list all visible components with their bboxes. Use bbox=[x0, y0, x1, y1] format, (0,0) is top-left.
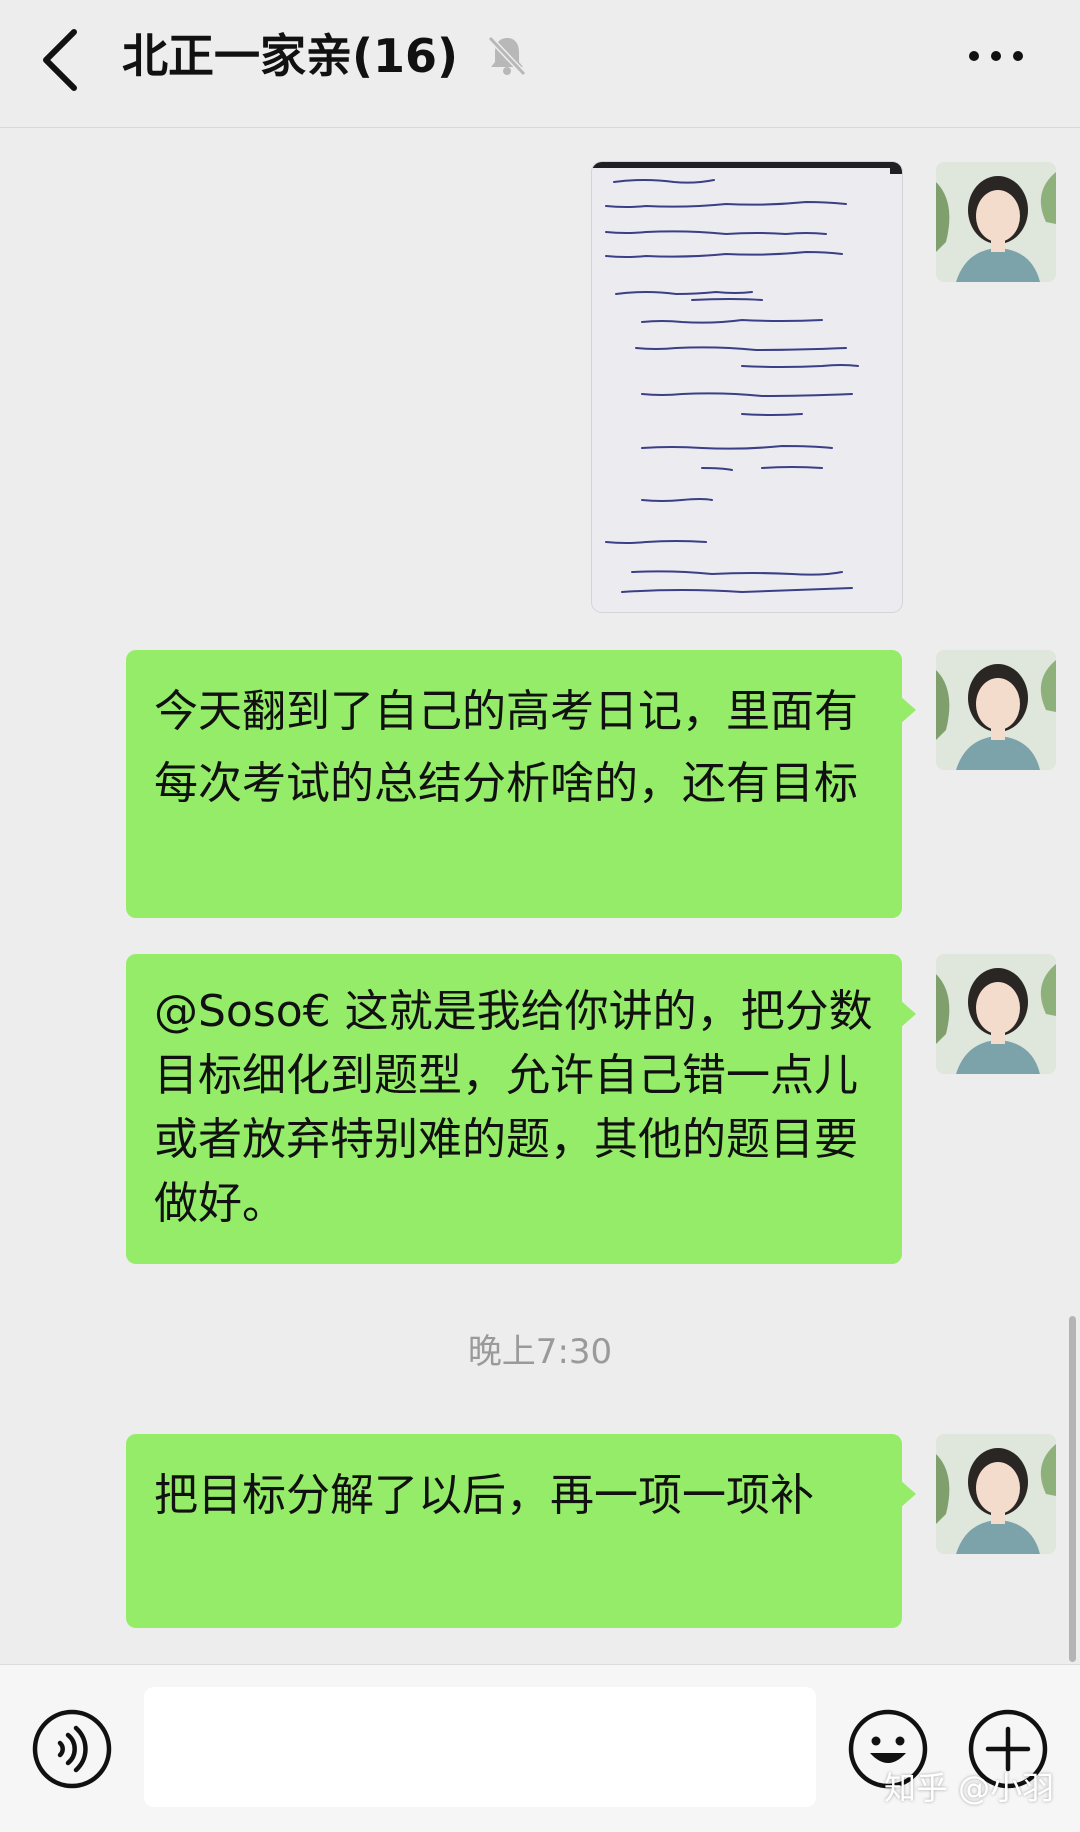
avatar[interactable] bbox=[936, 1434, 1056, 1554]
voice-icon bbox=[32, 1709, 112, 1789]
chevron-left-icon bbox=[43, 29, 77, 91]
diary-photo[interactable] bbox=[592, 162, 902, 612]
more-dots-icon bbox=[969, 51, 1023, 61]
chat-header: 北正一家亲(16) bbox=[0, 0, 1080, 128]
avatar[interactable] bbox=[936, 162, 1056, 282]
scrollbar[interactable] bbox=[1069, 1316, 1076, 1662]
message-input[interactable] bbox=[144, 1687, 816, 1807]
chat-title: 北正一家亲(16) bbox=[122, 29, 459, 83]
back-button[interactable] bbox=[30, 20, 110, 100]
message-bubble[interactable]: 今天翻到了自己的高考日记，里面有每次考试的总结分析啥的，还有目标 bbox=[126, 650, 916, 918]
bell-muted-icon bbox=[484, 32, 530, 78]
handwritten-diary-photo bbox=[592, 162, 902, 612]
voice-button[interactable] bbox=[30, 1707, 114, 1791]
watermark: 知乎 @小羽 bbox=[884, 1769, 1055, 1807]
chat-screen: 北正一家亲(16) 今天翻到了自己的高考日记，里面有每次考试的总结分析啥的，还有… bbox=[0, 0, 1080, 1832]
message-bubble[interactable]: 把目标分解了以后，再一项一项补 bbox=[126, 1434, 916, 1628]
timestamp: 晚上7:30 bbox=[467, 1332, 613, 1372]
avatar[interactable] bbox=[936, 650, 1056, 770]
message-bubble[interactable]: @Soso€ 这就是我给你讲的，把分数目标细化到题型，允许自己错一点儿或者放弃特… bbox=[126, 954, 916, 1264]
more-button[interactable] bbox=[960, 24, 1032, 88]
avatar[interactable] bbox=[936, 954, 1056, 1074]
